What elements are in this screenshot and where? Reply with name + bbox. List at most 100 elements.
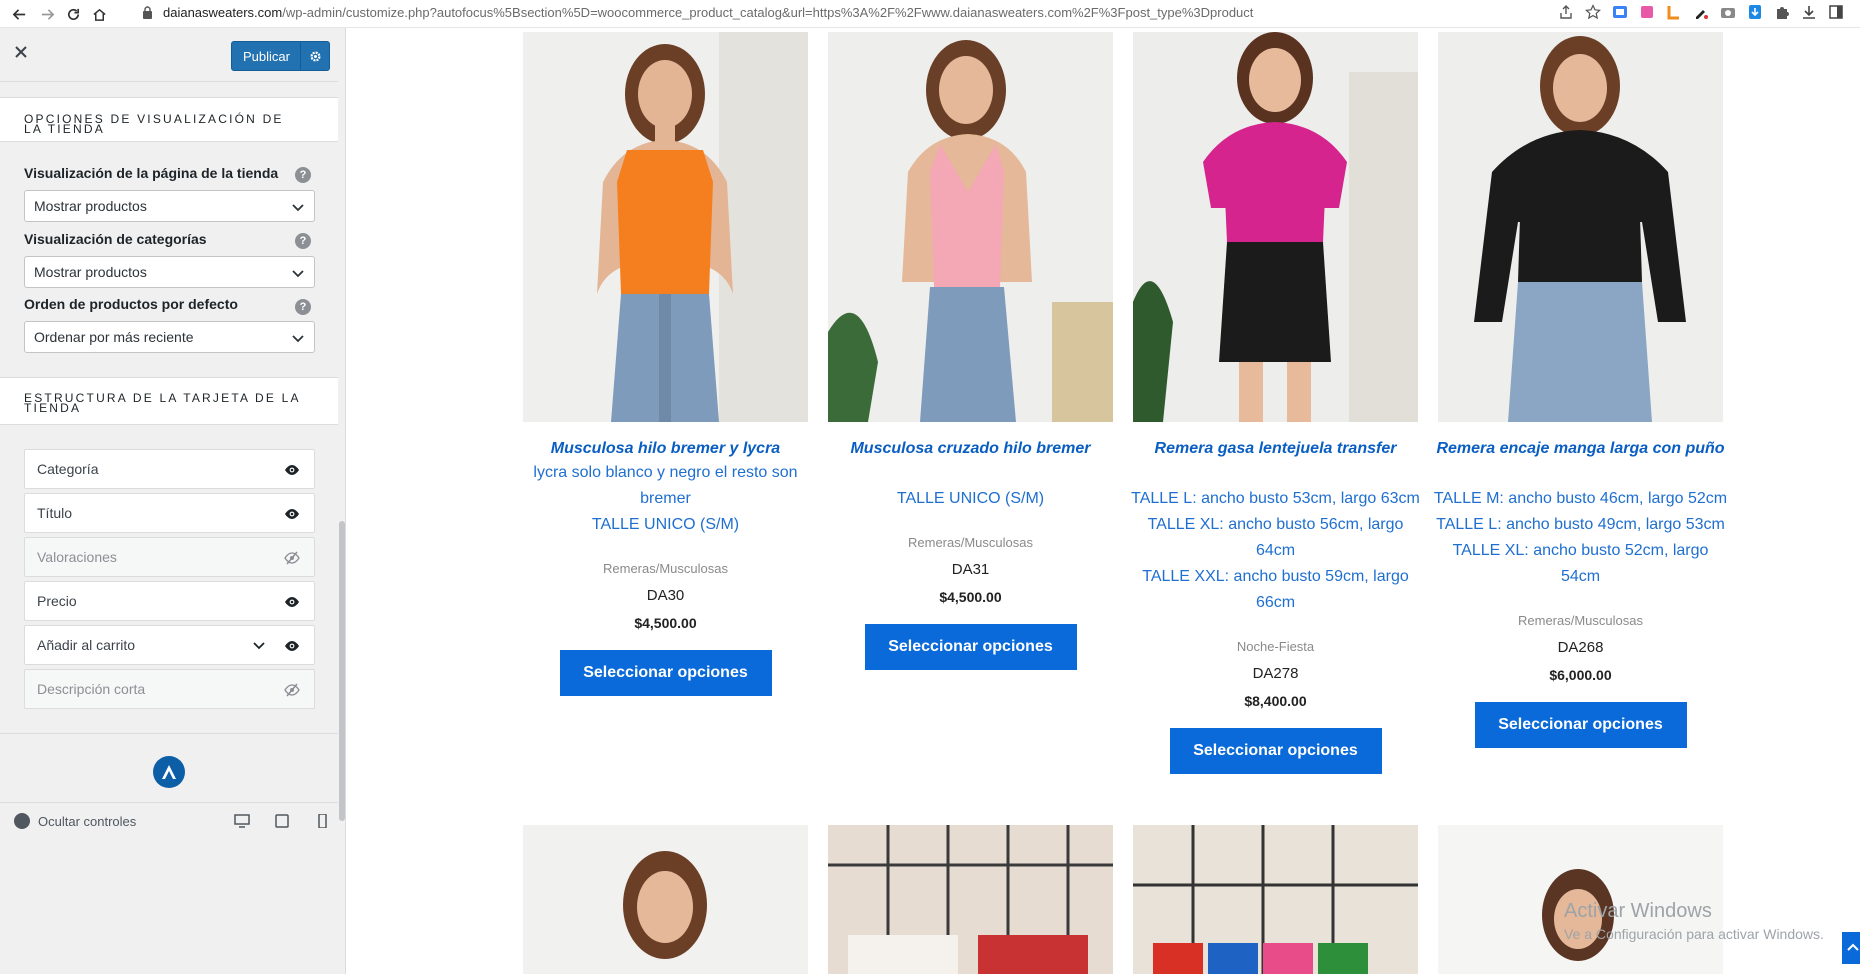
hide-controls-label: Ocultar controles xyxy=(38,813,137,829)
product-image[interactable] xyxy=(523,825,808,974)
product-price: $8,400.00 xyxy=(1244,693,1307,709)
extension-dropper-icon[interactable] xyxy=(1693,4,1709,20)
product-image[interactable] xyxy=(1133,825,1418,974)
product-image[interactable] xyxy=(523,32,808,422)
lock-icon xyxy=(142,5,153,19)
eye-hidden-icon[interactable] xyxy=(284,682,300,698)
description-line xyxy=(822,460,1119,486)
select-shop-page-display-value: Mostrar productos xyxy=(34,198,147,214)
customizer-sidebar: Publicar OPCIONES DE VISUALIZACIÓN DE LA… xyxy=(0,28,346,974)
product-category[interactable]: Noche-Fiesta xyxy=(1127,638,1424,656)
product-category[interactable]: Remeras/Musculosas xyxy=(1432,612,1729,630)
product-image[interactable] xyxy=(1438,32,1723,422)
chevron-down-icon[interactable] xyxy=(252,638,266,652)
home-icon[interactable] xyxy=(88,3,110,25)
product-price: $4,500.00 xyxy=(939,589,1002,605)
sidebar-scrollbar-thumb[interactable] xyxy=(339,521,345,821)
product-description: TALLE L: ancho busto 53cm, largo 63cm TA… xyxy=(1127,460,1424,616)
select-shop-page-display[interactable]: Mostrar productos xyxy=(24,190,315,222)
select-category-display-value: Mostrar productos xyxy=(34,264,147,280)
back-icon[interactable] xyxy=(8,3,30,25)
product-image[interactable] xyxy=(828,825,1113,974)
customizer-header: Publicar xyxy=(0,28,345,82)
extension-translate-icon[interactable] xyxy=(1612,4,1628,20)
address-bar[interactable]: daianasweaters.com/wp-admin/customize.ph… xyxy=(142,0,1253,24)
product-category[interactable]: Remeras/Musculosas xyxy=(517,560,814,578)
structure-item-price[interactable]: Precio xyxy=(24,581,315,621)
url-domain: daianasweaters.com xyxy=(163,4,283,20)
divider xyxy=(0,733,338,734)
section-title-shop-display: OPCIONES DE VISUALIZACIÓN DE LA TIENDA xyxy=(0,97,338,142)
url-path: /wp-admin/customize.php?autofocus%5Bsect… xyxy=(282,4,1254,20)
puzzle-icon[interactable] xyxy=(1774,4,1790,20)
select-options-button[interactable]: Seleccionar opciones xyxy=(864,624,1077,670)
desktop-icon[interactable] xyxy=(234,814,250,828)
extension-orange-icon[interactable] xyxy=(1666,4,1682,20)
structure-item-short-description[interactable]: Descripción corta xyxy=(24,669,315,709)
site-preview: Musculosa hilo bremer y lycra lycra solo… xyxy=(346,28,1860,974)
select-options-button[interactable]: Seleccionar opciones xyxy=(1169,728,1382,774)
product-description: TALLE M: ancho busto 46cm, largo 52cm TA… xyxy=(1432,460,1729,590)
chevron-down-icon xyxy=(291,331,305,345)
product-info: Remera gasa lentejuela transfer TALLE L:… xyxy=(1127,438,1424,774)
star-icon[interactable] xyxy=(1585,4,1601,20)
chevron-down-icon xyxy=(291,266,305,280)
extension-pink-icon[interactable] xyxy=(1639,4,1655,20)
product-title[interactable]: Remera gasa lentejuela transfer xyxy=(1127,438,1424,460)
publish-button[interactable]: Publicar xyxy=(231,41,330,71)
product-price: $4,500.00 xyxy=(634,615,697,631)
hide-controls-button[interactable]: Ocultar controles xyxy=(14,813,136,829)
sidebar-scrollbar[interactable] xyxy=(338,28,345,974)
forward-icon[interactable] xyxy=(36,3,58,25)
section-title-card-structure: ESTRUCTURA DE LA TARJETA DE LA TIENDA xyxy=(0,377,338,425)
eye-icon[interactable] xyxy=(284,594,300,610)
help-icon[interactable]: ? xyxy=(295,299,311,315)
description-line: TALLE XXL: ancho busto 59cm, largo 66cm xyxy=(1142,568,1409,611)
select-options-button[interactable]: Seleccionar opciones xyxy=(1474,702,1687,748)
product-title[interactable]: Remera encaje manga larga con puño xyxy=(1432,438,1729,460)
product-info: Remera encaje manga larga con puño TALLE… xyxy=(1432,438,1729,748)
close-icon[interactable] xyxy=(14,45,34,65)
select-category-display[interactable]: Mostrar productos xyxy=(24,256,315,288)
collapse-icon xyxy=(14,813,30,829)
eye-hidden-icon[interactable] xyxy=(284,550,300,566)
scroll-to-top-button[interactable] xyxy=(1842,932,1860,964)
camera-icon[interactable] xyxy=(1720,4,1736,20)
description-line: TALLE M: ancho busto 46cm, largo 52cm xyxy=(1433,490,1728,507)
product-title[interactable]: Musculosa hilo bremer y lycra xyxy=(517,438,814,460)
gear-icon[interactable] xyxy=(300,42,329,70)
structure-item-label: Título xyxy=(37,505,73,521)
structure-item-ratings[interactable]: Valoraciones xyxy=(24,537,315,577)
product-image[interactable] xyxy=(828,32,1113,422)
side-panel-icon[interactable] xyxy=(1828,4,1844,20)
reload-icon[interactable] xyxy=(62,3,84,25)
mobile-icon[interactable] xyxy=(314,813,330,829)
eye-icon[interactable] xyxy=(284,506,300,522)
eye-icon[interactable] xyxy=(284,462,300,478)
download-icon[interactable] xyxy=(1801,4,1817,20)
share-icon[interactable] xyxy=(1558,4,1574,20)
structure-item-title[interactable]: Título xyxy=(24,493,315,533)
windows-activation-watermark: Activar Windows Ve a Configuración para … xyxy=(1564,900,1824,942)
structure-item-add-to-cart[interactable]: Añadir al carrito xyxy=(24,625,315,665)
structure-item-label: Precio xyxy=(37,593,77,609)
product-image[interactable] xyxy=(1133,32,1418,422)
download-helper-icon[interactable] xyxy=(1747,4,1763,20)
customizer-footer: Ocultar controles xyxy=(0,802,338,833)
astra-logo[interactable] xyxy=(153,756,185,788)
control-label-shop-page-display: Visualización de la página de la tienda xyxy=(24,165,279,181)
tablet-icon[interactable] xyxy=(274,814,290,828)
section-title-card-structure-text: ESTRUCTURA DE LA TARJETA DE LA TIENDA xyxy=(24,391,301,415)
select-default-order[interactable]: Ordenar por más reciente xyxy=(24,321,315,353)
structure-item-category[interactable]: Categoría xyxy=(24,449,315,489)
help-icon[interactable]: ? xyxy=(295,233,311,249)
help-icon[interactable]: ? xyxy=(295,167,311,183)
product-category[interactable]: Remeras/Musculosas xyxy=(822,534,1119,552)
product-info: Musculosa hilo bremer y lycra lycra solo… xyxy=(517,438,814,696)
extension-toolbar xyxy=(1558,0,1844,24)
select-options-button[interactable]: Seleccionar opciones xyxy=(559,650,772,696)
product-title[interactable]: Musculosa cruzado hilo bremer xyxy=(822,438,1119,460)
description-line: TALLE UNICO (S/M) xyxy=(896,490,1045,507)
eye-icon[interactable] xyxy=(284,638,300,654)
product-info: Musculosa cruzado hilo bremer TALLE UNIC… xyxy=(822,438,1119,670)
